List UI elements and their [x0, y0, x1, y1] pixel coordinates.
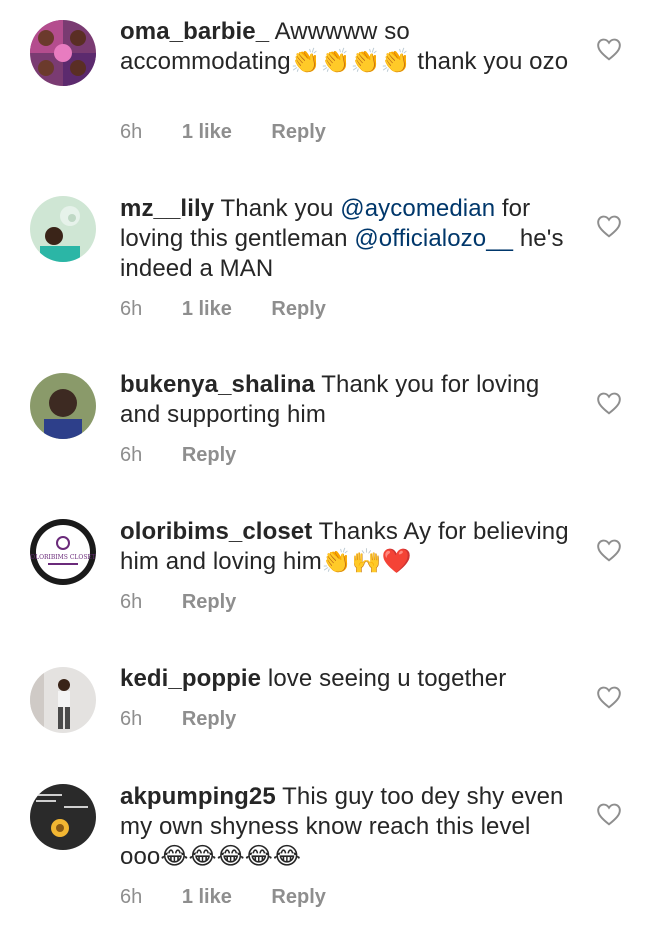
comment-text: oloribims_closet Thanks Ay for believing…: [120, 517, 570, 577]
comment-body: Thank you: [220, 195, 341, 222]
heart-outline-icon[interactable]: [596, 214, 622, 238]
comment-likes[interactable]: 1 like: [182, 886, 232, 908]
avatar[interactable]: [30, 196, 96, 262]
reply-button[interactable]: Reply: [271, 298, 325, 320]
comment-text: kedi_poppie love seeing u together: [120, 664, 570, 694]
emoji: 😂😂😂😂😂: [160, 843, 302, 870]
comment-time: 6h: [120, 708, 143, 730]
comment-meta: 6h 1 like Reply: [120, 297, 360, 321]
comment-time: 6h: [120, 121, 143, 143]
reply-button[interactable]: Reply: [182, 444, 236, 466]
comment-text: akpumping25 This guy too dey shy even my…: [120, 782, 570, 872]
comment-likes[interactable]: 1 like: [182, 121, 232, 143]
reply-button[interactable]: Reply: [271, 886, 325, 908]
comment-username[interactable]: oma_barbie_: [120, 18, 269, 45]
comment-body: thank you ozo: [410, 48, 569, 75]
comment-text: oma_barbie_ Awwwww so accommodating👏👏👏👏 …: [120, 17, 570, 77]
comment-likes[interactable]: 1 like: [182, 298, 232, 320]
avatar[interactable]: [30, 667, 96, 733]
comment-time: 6h: [120, 591, 143, 613]
avatar[interactable]: OLORIBIMS CLOSET: [30, 519, 96, 585]
comment-username[interactable]: mz__lily: [120, 195, 214, 222]
comment-meta: 6h 1 like Reply: [120, 885, 360, 909]
avatar-logo-text: OLORIBIMS CLOSET: [30, 554, 96, 561]
comment-text: mz__lily Thank you @aycomedian for lovin…: [120, 194, 570, 284]
comment-username[interactable]: akpumping25: [120, 783, 276, 810]
emoji: 👏🙌❤️: [321, 548, 412, 575]
heart-outline-icon[interactable]: [596, 391, 622, 415]
heart-outline-icon[interactable]: [596, 538, 622, 562]
comment-time: 6h: [120, 444, 143, 466]
comment-meta: 6h Reply: [120, 590, 270, 614]
avatar[interactable]: [30, 373, 96, 439]
comment-username[interactable]: bukenya_shalina: [120, 371, 315, 398]
comment-time: 6h: [120, 298, 143, 320]
comment-username[interactable]: oloribims_closet: [120, 518, 312, 545]
mention-link[interactable]: @officialozo__: [354, 225, 513, 252]
avatar[interactable]: [30, 784, 96, 850]
reply-button[interactable]: Reply: [182, 708, 236, 730]
comment-time: 6h: [120, 886, 143, 908]
emoji: 👏👏👏👏: [290, 48, 411, 75]
comment-meta: 6h Reply: [120, 707, 270, 731]
comment-meta: 6h 1 like Reply: [120, 120, 360, 144]
comment-meta: 6h Reply: [120, 443, 270, 467]
comment-text: bukenya_shalina Thank you for loving and…: [120, 370, 570, 430]
comment-username[interactable]: kedi_poppie: [120, 665, 261, 692]
comment-body: love seeing u together: [267, 665, 507, 692]
reply-button[interactable]: Reply: [271, 121, 325, 143]
avatar[interactable]: [30, 20, 96, 86]
heart-outline-icon[interactable]: [596, 802, 622, 826]
mention-link[interactable]: @aycomedian: [340, 195, 495, 222]
heart-outline-icon[interactable]: [596, 37, 622, 61]
reply-button[interactable]: Reply: [182, 591, 236, 613]
heart-outline-icon[interactable]: [596, 685, 622, 709]
